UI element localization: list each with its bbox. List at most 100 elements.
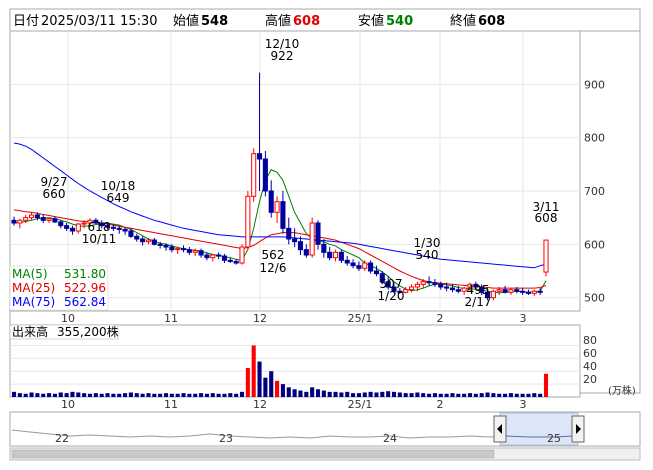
volume-bar	[163, 393, 169, 397]
open-label: 始値	[173, 13, 199, 29]
candle-body	[34, 214, 40, 219]
candle-body	[309, 222, 315, 256]
candle-body	[408, 286, 415, 291]
volume-bar	[269, 371, 274, 397]
candle-body	[169, 246, 175, 251]
overview-left-handle[interactable]	[493, 415, 507, 443]
volume-bar	[473, 393, 478, 397]
volume-bar	[175, 393, 180, 397]
volume-value: 355,200株	[57, 324, 119, 339]
candle-body	[46, 218, 52, 221]
volume-bar	[415, 392, 420, 397]
candle-body	[64, 225, 70, 229]
x-tick-label: 25/1	[348, 312, 373, 325]
date-label: 日付	[13, 14, 39, 29]
volume-bar	[403, 393, 408, 397]
volume-bar	[467, 393, 473, 397]
volume-bar	[204, 393, 209, 397]
x-tick-label: 2	[437, 312, 444, 325]
x-tick-label: 10	[61, 398, 75, 411]
candle-body	[303, 249, 309, 256]
volume-bar	[222, 393, 227, 397]
overview-year-label: 24	[383, 432, 397, 445]
low-label: 安値	[358, 13, 384, 29]
candle-body	[198, 250, 204, 256]
volume-bar	[444, 393, 449, 397]
annotation-label: 608	[535, 211, 558, 225]
volume-bar	[438, 393, 443, 397]
candle-body	[455, 289, 461, 292]
legend-ma75-label: MA(75)	[12, 295, 55, 309]
overview-year-label: 22	[55, 432, 69, 445]
candle-body	[420, 281, 426, 285]
volume-bar	[497, 393, 502, 397]
volume-bar	[368, 391, 373, 397]
volume-bar	[134, 393, 139, 397]
overview-year-label: 25	[547, 432, 561, 445]
candle-body	[186, 249, 192, 253]
volume-bar	[526, 393, 531, 397]
volume-bar	[485, 392, 490, 397]
x-tick-label: 10	[61, 312, 75, 325]
scrollbar-thumb[interactable]	[11, 449, 495, 459]
candle-body	[514, 289, 520, 292]
candle-body	[52, 218, 58, 223]
volume-bar	[181, 393, 186, 397]
volume-bar	[362, 392, 367, 397]
candle-body	[245, 195, 251, 248]
candle-body	[210, 254, 216, 259]
candle-body	[286, 227, 292, 240]
candle-body	[58, 221, 64, 227]
volume-bar	[275, 380, 280, 397]
x-tick-label: 3	[520, 398, 527, 411]
volume-bar	[351, 393, 356, 397]
candle-body	[134, 235, 140, 240]
candle-body	[274, 201, 280, 213]
annotation-label: 562	[262, 248, 285, 262]
candle-body	[373, 270, 380, 275]
volume-bar	[257, 361, 262, 397]
candle-body	[163, 244, 169, 248]
candle-body	[28, 214, 35, 219]
candle-body	[256, 153, 263, 160]
volume-title: 出来高	[12, 324, 48, 339]
volume-bar	[280, 384, 285, 397]
volume-bar	[503, 393, 508, 397]
candle-body	[432, 282, 438, 285]
x-tick-label: 3	[520, 312, 527, 325]
volume-bar	[245, 368, 250, 397]
volume-bar	[82, 393, 87, 397]
volume-bar	[286, 387, 291, 397]
volume-bar	[339, 392, 344, 397]
high-value: 608	[293, 14, 320, 29]
candle-body	[227, 259, 233, 262]
overview-right-handle[interactable]	[571, 415, 585, 443]
volume-bar	[35, 393, 40, 397]
candle-body	[508, 289, 514, 293]
y-tick-label: 900	[584, 78, 605, 91]
candle-body	[444, 286, 450, 289]
candle-body	[128, 230, 134, 237]
volume-bar	[421, 393, 426, 397]
volume-bar	[239, 391, 245, 397]
candle-body	[110, 226, 116, 229]
x-tick-label: 2	[437, 398, 444, 411]
candle-body	[192, 250, 198, 253]
volume-bar	[386, 391, 391, 397]
volume-bar	[514, 393, 519, 397]
volume-bar	[70, 391, 75, 397]
volume-bar	[298, 390, 303, 397]
volume-bar	[111, 393, 116, 397]
volume-bar	[158, 393, 163, 397]
annotation-label: 2/17	[465, 295, 492, 309]
candle-body	[332, 251, 339, 259]
y-tick-label: 500	[584, 292, 605, 305]
volume-bar	[128, 392, 133, 397]
y-tick-label: 600	[584, 238, 605, 251]
volume-bar	[152, 393, 157, 397]
overview-selected-range[interactable]	[499, 412, 579, 446]
volume-bar	[146, 393, 151, 397]
candle-body	[239, 246, 245, 264]
volume-bar	[456, 393, 461, 397]
candle-body	[525, 291, 532, 294]
